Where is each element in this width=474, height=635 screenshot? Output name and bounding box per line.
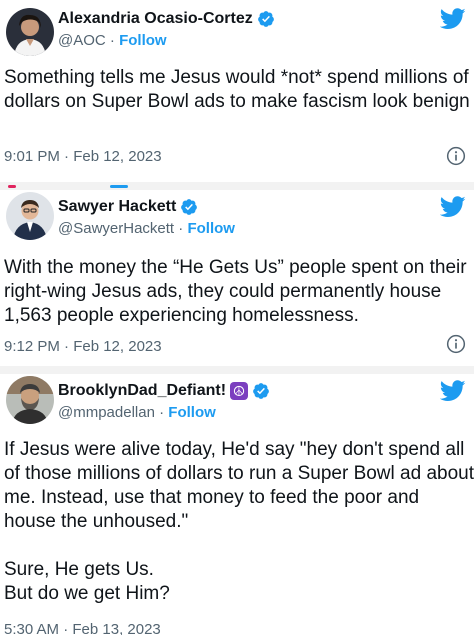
author-name[interactable]: BrooklynDad_Defiant! — [58, 382, 226, 400]
author-handle[interactable]: @mmpadellan — [58, 404, 155, 421]
avatar[interactable] — [6, 192, 54, 240]
author-name[interactable]: Sawyer Hackett — [58, 198, 176, 216]
avatar[interactable] — [6, 376, 54, 424]
avatar[interactable] — [6, 8, 54, 56]
info-icon[interactable] — [446, 334, 466, 354]
verified-badge-icon — [252, 382, 270, 400]
tweet-timestamp[interactable]: 9:01 PM · Feb 12, 2023 — [4, 148, 162, 165]
author-handle[interactable]: @AOC — [58, 32, 106, 49]
tweet-text: Something tells me Jesus would *not* spe… — [4, 67, 470, 112]
follow-button[interactable]: Follow — [187, 220, 235, 237]
tweet-divider — [0, 366, 474, 374]
follow-button[interactable]: Follow — [168, 404, 216, 421]
twitter-bird-icon[interactable] — [440, 380, 466, 402]
tweet-timestamp[interactable]: 5:30 AM · Feb 13, 2023 — [4, 621, 161, 635]
author-row: Sawyer Hackett — [58, 198, 198, 216]
tweet-card[interactable]: Sawyer Hackett @SawyerHackett · Follow W… — [0, 190, 474, 366]
separator-dot: · — [109, 32, 115, 49]
tweet-card[interactable]: Alexandria Ocasio-Cortez @AOC · Follow S… — [0, 0, 474, 182]
handle-row: @AOC · Follow — [58, 32, 167, 49]
tweet-text: If Jesus were alive today, He'd say "hey… — [4, 439, 474, 604]
author-row: Alexandria Ocasio-Cortez — [58, 10, 275, 28]
twitter-bird-icon[interactable] — [440, 196, 466, 218]
follow-button[interactable]: Follow — [119, 32, 167, 49]
twitter-bird-icon[interactable] — [440, 8, 466, 30]
handle-row: @SawyerHackett · Follow — [58, 220, 235, 237]
tweet-card[interactable]: BrooklynDad_Defiant! ☮ @mmpadellan · Fol… — [0, 374, 474, 635]
info-icon[interactable] — [446, 146, 466, 166]
tweet-timestamp[interactable]: 9:12 PM · Feb 12, 2023 — [4, 338, 162, 355]
author-row: BrooklynDad_Defiant! ☮ — [58, 382, 270, 400]
verified-badge-icon — [180, 198, 198, 216]
peace-sign-icon: ☮ — [230, 382, 249, 400]
handle-row: @mmpadellan · Follow — [58, 404, 216, 421]
tweet-text: With the money the “He Gets Us” people s… — [4, 257, 467, 326]
verified-badge-icon — [257, 10, 275, 28]
author-handle[interactable]: @SawyerHackett — [58, 220, 174, 237]
author-name[interactable]: Alexandria Ocasio-Cortez — [58, 10, 253, 28]
separator-dot: · — [159, 404, 165, 421]
separator-dot: · — [178, 220, 184, 237]
